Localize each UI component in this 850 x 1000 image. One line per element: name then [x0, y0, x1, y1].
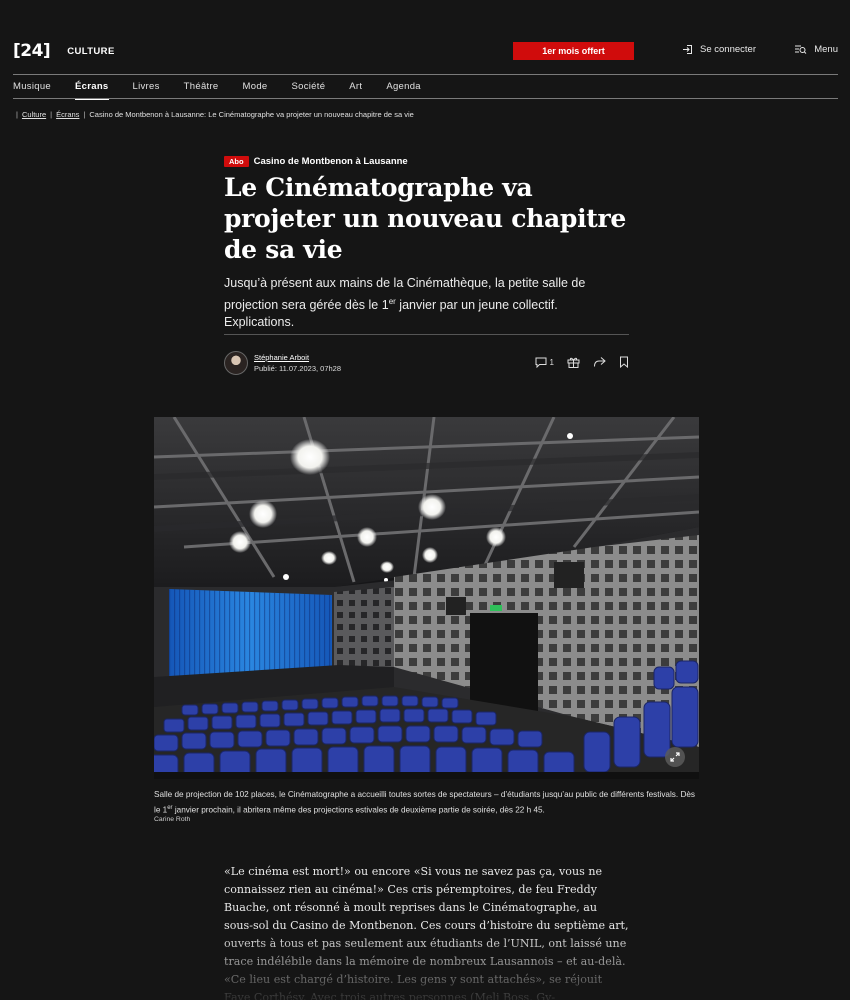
author-row: Stéphanie Arboit Publié: 11.07.2023, 07h…: [224, 350, 629, 376]
cinema-hall-photo[interactable]: [154, 417, 699, 779]
article-actions: 1: [535, 356, 629, 368]
nav-item-musique[interactable]: Musique: [13, 75, 51, 99]
section-nav: Musique Écrans Livres Théâtre Mode Socié…: [13, 75, 838, 100]
login-link[interactable]: Se connecter: [682, 44, 756, 55]
paywall-fade: [0, 930, 850, 1000]
caption-text-end: janvier prochain, il abritera même des p…: [172, 805, 545, 815]
lead-superscript: er: [388, 296, 396, 306]
nav-item-theatre[interactable]: Théâtre: [184, 75, 219, 99]
bookmark-icon[interactable]: [619, 356, 629, 368]
lead-divider: [224, 334, 629, 335]
breadcrumb-ecrans[interactable]: Écrans: [56, 110, 79, 119]
nav-item-societe[interactable]: Société: [291, 75, 325, 99]
top-bar: [24] CULTURE 1er mois offert Se connecte…: [13, 38, 838, 64]
article-kicker: Abo Casino de Montbenon à Lausanne: [224, 156, 629, 167]
section-label[interactable]: CULTURE: [67, 46, 114, 57]
expand-icon: [670, 752, 680, 762]
nav-item-ecrans[interactable]: Écrans: [75, 75, 109, 100]
menu-label: Menu: [814, 44, 838, 55]
breadcrumb-separator: |: [16, 110, 18, 119]
cinema-hall-illustration: [154, 417, 699, 779]
comment-count: 1: [549, 357, 554, 367]
menu-button[interactable]: Menu: [794, 44, 838, 55]
author-info: Stéphanie Arboit Publié: 11.07.2023, 07h…: [254, 352, 341, 374]
comment-icon: [535, 357, 547, 368]
nav-item-mode[interactable]: Mode: [243, 75, 268, 99]
breadcrumb-separator: |: [83, 110, 86, 119]
menu-search-icon: [795, 45, 807, 54]
site-logo[interactable]: [24]: [13, 41, 51, 61]
author-name[interactable]: Stéphanie Arboit: [254, 352, 341, 363]
comments-button[interactable]: 1: [535, 357, 554, 368]
abo-badge: Abo: [224, 156, 249, 167]
breadcrumb-culture[interactable]: Culture: [22, 110, 46, 119]
photo-credit: Carine Roth: [154, 816, 191, 823]
article-lead: Jusqu’à présent aux mains de la Cinémath…: [224, 275, 629, 332]
breadcrumb-current: Casino de Montbenon à Lausanne: Le Ciném…: [89, 110, 414, 119]
breadcrumb: | Culture | Écrans | Casino de Montbenon…: [16, 110, 414, 119]
expand-image-button[interactable]: [665, 747, 685, 767]
publish-date: Publié: 11.07.2023, 07h28: [254, 364, 342, 373]
breadcrumb-separator: |: [50, 110, 53, 119]
article-title: Le Cinématographe va projeter un nouveau…: [224, 173, 627, 264]
subscribe-offer-button[interactable]: 1er mois offert: [513, 42, 634, 60]
nav-divider: [13, 98, 838, 99]
kicker-text: Casino de Montbenon à Lausanne: [253, 156, 408, 167]
nav-item-agenda[interactable]: Agenda: [386, 75, 421, 99]
share-icon[interactable]: [593, 356, 606, 368]
gift-icon[interactable]: [567, 356, 580, 368]
login-icon: [683, 45, 692, 54]
avatar[interactable]: [224, 351, 248, 375]
nav-item-livres[interactable]: Livres: [133, 75, 160, 99]
nav-item-art[interactable]: Art: [349, 75, 362, 99]
login-label: Se connecter: [700, 44, 756, 55]
photo-caption: Salle de projection de 102 places, le Ci…: [154, 789, 699, 817]
